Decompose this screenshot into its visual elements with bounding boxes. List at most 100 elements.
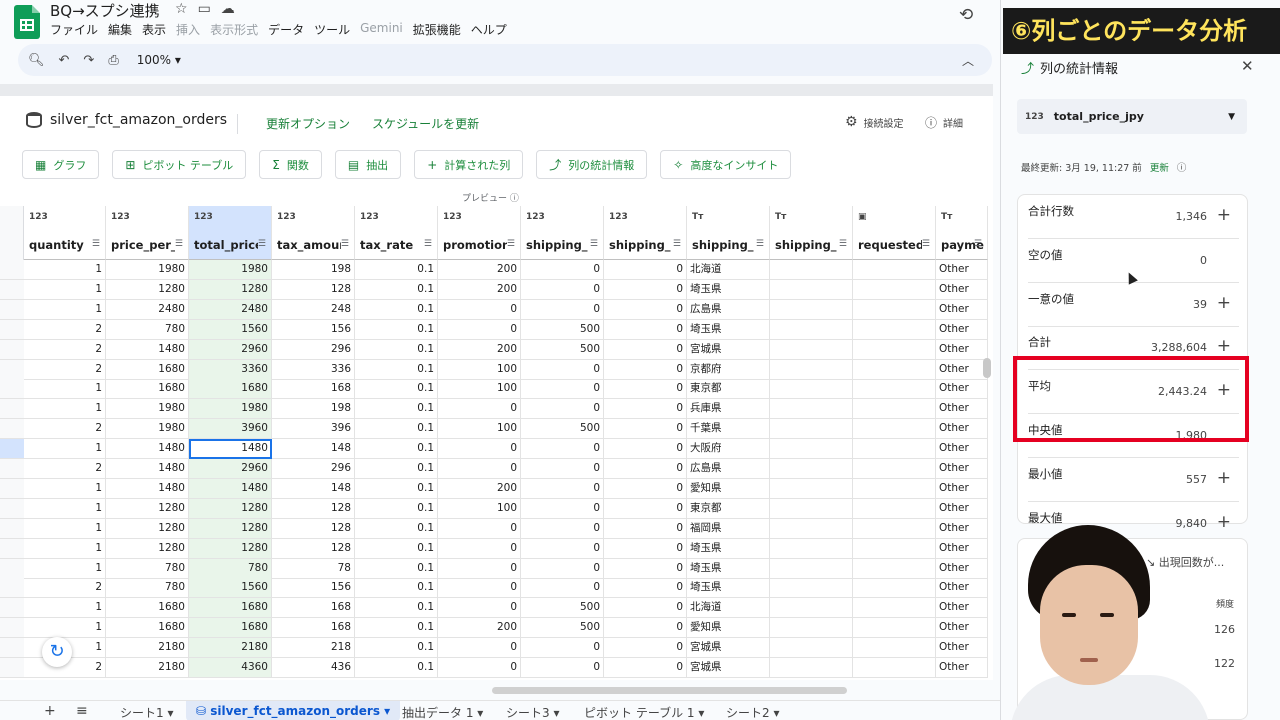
table-cell[interactable]: 2180 (106, 658, 189, 678)
table-cell[interactable]: 100 (438, 419, 521, 440)
table-cell[interactable]: 0.1 (355, 279, 438, 300)
table-cell[interactable] (770, 598, 853, 619)
table-cell[interactable]: 0 (604, 260, 687, 280)
table-cell[interactable] (853, 578, 936, 599)
table-cell[interactable]: 0 (521, 498, 604, 519)
table-cell[interactable]: 296 (272, 339, 355, 360)
table-cell[interactable]: 2 (24, 319, 106, 340)
table-cell[interactable]: 2 (24, 359, 106, 380)
table-cell[interactable] (853, 598, 936, 619)
table-cell[interactable]: 0 (521, 379, 604, 400)
table-cell[interactable]: 4360 (189, 658, 272, 678)
table-cell[interactable]: 0.1 (355, 538, 438, 559)
table-cell[interactable]: 0.1 (355, 459, 438, 479)
table-cell[interactable]: 156 (272, 319, 355, 340)
add-stat-icon[interactable]: + (1217, 512, 1231, 532)
table-cell[interactable]: 1680 (106, 379, 189, 400)
table-cell[interactable]: 京都府 (687, 359, 770, 380)
table-cell[interactable]: 200 (438, 478, 521, 499)
table-cell[interactable]: 宮城県 (687, 339, 770, 360)
table-cell[interactable]: 0.1 (355, 339, 438, 360)
table-cell[interactable]: 1 (24, 518, 106, 539)
table-cell[interactable]: 宮城県 (687, 638, 770, 659)
table-cell[interactable]: 0 (604, 279, 687, 300)
row-header[interactable] (0, 459, 24, 479)
table-cell[interactable]: 大阪府 (687, 439, 770, 460)
table-cell[interactable]: 0 (604, 399, 687, 420)
table-cell[interactable]: 500 (521, 419, 604, 440)
table-cell[interactable]: 100 (438, 379, 521, 400)
table-cell[interactable] (770, 658, 853, 678)
table-cell[interactable]: 0.1 (355, 498, 438, 519)
table-cell[interactable]: 780 (189, 558, 272, 579)
table-cell[interactable]: 0 (438, 578, 521, 599)
version-history-icon[interactable]: ⟲ (959, 5, 973, 25)
table-cell[interactable]: 500 (521, 339, 604, 360)
table-cell[interactable]: 埼玉県 (687, 538, 770, 559)
table-cell[interactable]: 東京都 (687, 498, 770, 519)
table-cell[interactable] (853, 618, 936, 639)
row-header[interactable] (0, 439, 24, 460)
table-cell[interactable] (853, 518, 936, 539)
tab-silver-fct-amazon-orders[interactable]: ⛁ silver_fct_amazon_orders ▾ (186, 701, 401, 720)
table-cell[interactable]: Other (936, 379, 988, 400)
table-cell[interactable] (770, 638, 853, 659)
table-cell[interactable]: 296 (272, 459, 355, 479)
table-cell[interactable]: 埼玉県 (687, 578, 770, 599)
table-cell[interactable]: 1 (24, 299, 106, 320)
table-cell[interactable]: 1 (24, 478, 106, 499)
table-cell[interactable]: Other (936, 558, 988, 579)
table-cell[interactable] (853, 399, 936, 420)
table-cell[interactable]: 0 (438, 538, 521, 559)
action-chip-stats[interactable]: ⤴ 列の統計情報 (536, 150, 648, 179)
table-cell[interactable]: 200 (438, 339, 521, 360)
table-cell[interactable]: 0 (521, 399, 604, 420)
table-cell[interactable]: 0.1 (355, 419, 438, 440)
table-cell[interactable]: 168 (272, 618, 355, 639)
add-stat-icon[interactable]: + (1217, 293, 1231, 313)
table-cell[interactable]: 1280 (189, 518, 272, 539)
table-cell[interactable]: 1480 (106, 478, 189, 499)
close-icon[interactable]: ✕ (1241, 57, 1254, 75)
filter-icon[interactable]: ☰ (590, 239, 598, 249)
table-cell[interactable]: 200 (438, 279, 521, 300)
table-cell[interactable] (853, 538, 936, 559)
table-cell[interactable]: 0 (521, 558, 604, 579)
row-header[interactable] (0, 558, 24, 579)
table-cell[interactable]: 0 (521, 359, 604, 380)
table-cell[interactable]: 1 (24, 498, 106, 519)
table-cell[interactable]: 0 (604, 538, 687, 559)
column-header[interactable]: 123 quantity ☰ (24, 206, 106, 260)
add-stat-icon[interactable]: + (1217, 205, 1231, 225)
table-cell[interactable]: Other (936, 439, 988, 460)
table-cell[interactable]: Other (936, 538, 988, 559)
table-cell[interactable] (770, 578, 853, 599)
table-cell[interactable]: 0 (521, 478, 604, 499)
table-cell[interactable] (853, 478, 936, 499)
table-cell[interactable]: 2480 (189, 299, 272, 320)
undo-icon[interactable]: ↶ (59, 53, 70, 68)
schedule-refresh-link[interactable]: スケジュールを更新 (372, 115, 479, 132)
column-header[interactable]: 123 shipping_ ☰ (604, 206, 687, 260)
filter-icon[interactable]: ☰ (258, 239, 266, 249)
add-stat-icon[interactable]: + (1217, 468, 1231, 488)
filter-icon[interactable]: ☰ (507, 239, 515, 249)
vertical-scrollbar[interactable] (983, 358, 991, 378)
table-cell[interactable]: 1480 (189, 439, 272, 460)
info-icon[interactable]: ⓘ (1177, 160, 1187, 174)
table-cell[interactable]: 100 (438, 359, 521, 380)
table-cell[interactable]: 0 (438, 459, 521, 479)
row-header[interactable] (0, 578, 24, 599)
row-header[interactable] (0, 359, 24, 380)
zoom-select[interactable]: 100% ▾ (137, 53, 181, 67)
column-header[interactable]: 123 shipping_ ☰ (521, 206, 604, 260)
table-cell[interactable]: 東京都 (687, 379, 770, 400)
table-cell[interactable]: 218 (272, 638, 355, 659)
table-cell[interactable]: Other (936, 478, 988, 499)
menu-item[interactable]: データ (268, 21, 304, 38)
table-cell[interactable]: 200 (438, 618, 521, 639)
table-cell[interactable]: 128 (272, 498, 355, 519)
table-cell[interactable]: 0 (521, 658, 604, 678)
table-cell[interactable]: 780 (106, 578, 189, 599)
table-cell[interactable]: 0 (604, 518, 687, 539)
